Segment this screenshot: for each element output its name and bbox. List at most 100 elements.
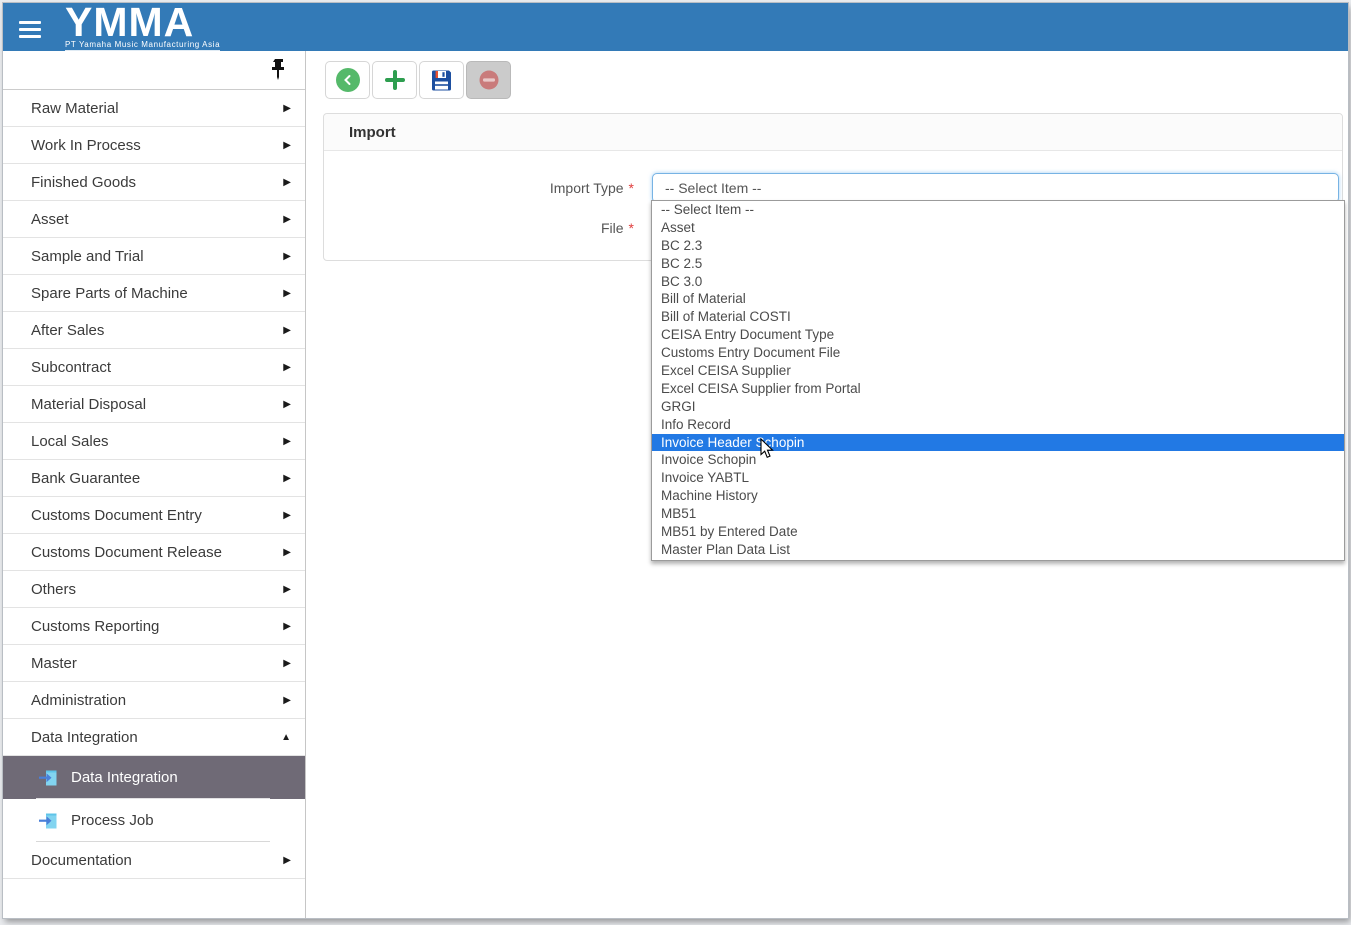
sidebar-item[interactable]: Others ▶ — [3, 571, 305, 608]
sidebar-item-label: After Sales — [31, 322, 104, 339]
chevron-right-icon: ▶ — [283, 547, 291, 558]
chevron-right-icon: ▶ — [283, 177, 291, 188]
sidebar-item[interactable]: After Sales ▶ — [3, 312, 305, 349]
main-content: Import Import Type* -- Select Item -- Fi… — [306, 51, 1348, 918]
brand-logo: YMMA PT Yamaha Music Manufacturing Asia — [65, 3, 220, 51]
chevron-right-icon: ▶ — [283, 140, 291, 151]
dropdown-option[interactable]: BC 2.3 — [652, 237, 1344, 255]
dropdown-option[interactable]: Excel CEISA Supplier from Portal — [652, 380, 1344, 398]
sidebar-item[interactable]: Raw Material ▶ — [3, 90, 305, 127]
sidebar-item-label: Others — [31, 581, 76, 598]
dropdown-option[interactable]: MB51 — [652, 505, 1344, 523]
dropdown-option[interactable]: Invoice Schopin — [652, 451, 1344, 469]
hamburger-menu-icon[interactable] — [19, 21, 45, 42]
dropdown-option[interactable]: GRGI — [652, 398, 1344, 416]
dropdown-option[interactable]: Excel CEISA Supplier — [652, 362, 1344, 380]
sidebar-submenu-item[interactable]: Process Job — [3, 799, 305, 842]
sidebar-item[interactable]: Customs Document Release ▶ — [3, 534, 305, 571]
sidebar-item[interactable]: Customs Reporting ▶ — [3, 608, 305, 645]
sidebar: Raw Material ▶ Work In Process ▶ Finishe… — [3, 51, 306, 918]
sidebar-menu: Raw Material ▶ Work In Process ▶ Finishe… — [3, 90, 305, 719]
sidebar-item-label: Documentation — [31, 852, 132, 869]
sidebar-submenu-label: Data Integration — [71, 769, 178, 786]
field-label-text: File — [601, 220, 624, 236]
dropdown-option[interactable]: Invoice Header Schopin — [652, 434, 1344, 452]
sidebar-pin-row — [3, 51, 305, 90]
dropdown-option[interactable]: BC 2.5 — [652, 255, 1344, 273]
dropdown-option[interactable]: Invoice YABTL — [652, 469, 1344, 487]
sidebar-item-label: Finished Goods — [31, 174, 136, 191]
sidebar-item-label: Material Disposal — [31, 396, 146, 413]
import-type-label: Import Type* — [334, 180, 634, 196]
sidebar-item-label: Customs Document Entry — [31, 507, 202, 524]
delete-button[interactable] — [466, 61, 511, 99]
floppy-disk-icon — [431, 70, 452, 91]
sidebar-item[interactable]: Customs Document Entry ▶ — [3, 497, 305, 534]
sidebar-item-label: Raw Material — [31, 100, 119, 117]
chevron-right-icon: ▶ — [283, 214, 291, 225]
save-button[interactable] — [419, 61, 464, 99]
chevron-right-icon: ▶ — [283, 584, 291, 595]
sidebar-item-label: Master — [31, 655, 77, 672]
chevron-right-icon: ▶ — [283, 362, 291, 373]
dropdown-option[interactable]: Info Record — [652, 416, 1344, 434]
chevron-right-icon: ▶ — [283, 695, 291, 706]
dropdown-option[interactable]: Asset — [652, 219, 1344, 237]
chevron-right-icon: ▶ — [283, 103, 291, 114]
chevron-right-icon: ▶ — [283, 288, 291, 299]
dropdown-option[interactable]: -- Select Item -- — [652, 201, 1344, 219]
pin-icon[interactable] — [271, 59, 287, 81]
sidebar-item-label: Local Sales — [31, 433, 109, 450]
sidebar-item-label: Work In Process — [31, 137, 141, 154]
dropdown-option[interactable]: Master Plan Data List — [652, 541, 1344, 559]
sidebar-item-data-integration[interactable]: Data Integration ▲ — [3, 719, 305, 756]
sidebar-item[interactable]: Asset ▶ — [3, 201, 305, 238]
sidebar-item[interactable]: Sample and Trial ▶ — [3, 238, 305, 275]
dropdown-option[interactable]: MB51 by Entered Date — [652, 523, 1344, 541]
sidebar-item-label: Sample and Trial — [31, 248, 144, 265]
selected-value: -- Select Item -- — [665, 180, 761, 196]
sidebar-item[interactable]: Subcontract ▶ — [3, 349, 305, 386]
sidebar-item-label: Data Integration — [31, 729, 138, 746]
import-type-select[interactable]: -- Select Item -- — [652, 173, 1339, 203]
sidebar-item-label: Subcontract — [31, 359, 111, 376]
sidebar-item-label: Asset — [31, 211, 69, 228]
sidebar-item[interactable]: Spare Parts of Machine ▶ — [3, 275, 305, 312]
dropdown-option[interactable]: Bill of Material COSTI — [652, 308, 1344, 326]
chevron-right-icon: ▶ — [283, 855, 291, 866]
chevron-right-icon: ▶ — [283, 399, 291, 410]
sidebar-submenu-item[interactable]: Data Integration — [3, 756, 305, 799]
chevron-right-icon: ▶ — [283, 325, 291, 336]
chevron-right-icon: ▶ — [283, 510, 291, 521]
sidebar-item[interactable]: Local Sales ▶ — [3, 423, 305, 460]
top-header: YMMA PT Yamaha Music Manufacturing Asia — [3, 3, 1348, 51]
brand-title: YMMA — [65, 3, 220, 41]
back-button[interactable] — [325, 61, 370, 99]
chevron-right-icon: ▶ — [283, 251, 291, 262]
field-label-text: Import Type — [550, 180, 624, 196]
required-asterisk: * — [629, 220, 634, 236]
panel-title: Import — [324, 114, 1342, 151]
sidebar-item[interactable]: Material Disposal ▶ — [3, 386, 305, 423]
sidebar-item[interactable]: Finished Goods ▶ — [3, 164, 305, 201]
sidebar-submenu-label: Process Job — [71, 812, 154, 829]
sidebar-item[interactable]: Master ▶ — [3, 645, 305, 682]
sidebar-item[interactable]: Bank Guarantee ▶ — [3, 460, 305, 497]
chevron-right-icon: ▶ — [283, 473, 291, 484]
dropdown-option[interactable]: Machine History — [652, 487, 1344, 505]
dropdown-option[interactable]: Customs Entry Document File — [652, 344, 1344, 362]
file-label: File * — [334, 220, 634, 236]
dropdown-option[interactable]: CEISA Entry Document Type — [652, 326, 1344, 344]
sidebar-item-label: Spare Parts of Machine — [31, 285, 188, 302]
dropdown-option[interactable]: BC 3.0 — [652, 273, 1344, 291]
add-button[interactable] — [372, 61, 417, 99]
import-type-row: Import Type* -- Select Item -- — [334, 173, 1339, 203]
sidebar-item[interactable]: Administration ▶ — [3, 682, 305, 719]
chevron-right-icon: ▶ — [283, 658, 291, 669]
sidebar-item-label: Customs Document Release — [31, 544, 222, 561]
sidebar-item-documentation[interactable]: Documentation ▶ — [3, 842, 305, 879]
sidebar-item[interactable]: Work In Process ▶ — [3, 127, 305, 164]
brand-subtitle: PT Yamaha Music Manufacturing Asia — [65, 41, 220, 51]
sidebar-item-label: Administration — [31, 692, 126, 709]
dropdown-option[interactable]: Bill of Material — [652, 290, 1344, 308]
